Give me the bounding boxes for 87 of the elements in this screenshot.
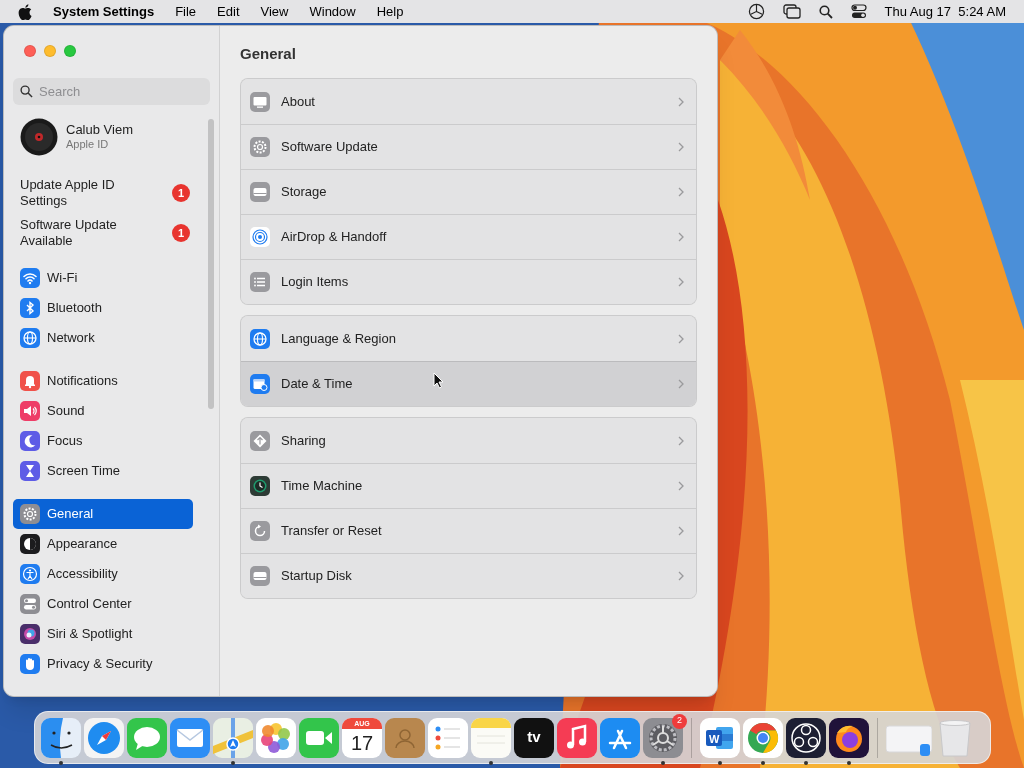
clock-icon [250,476,270,496]
sidebar-item[interactable]: Appearance [13,529,193,559]
airdrop-icon [250,227,270,247]
finder-icon [41,717,81,758]
chevron-icon [678,187,684,197]
menu-item[interactable]: Edit [217,1,240,22]
account-subtitle: Apple ID [66,137,110,152]
tv-icon [514,717,554,758]
dock-app[interactable]: tv [514,717,554,758]
chevron-icon [678,96,684,107]
dock-app[interactable] [41,717,81,758]
chevron-icon [678,571,684,581]
menu-item[interactable]: Window [309,1,356,22]
notepad-icon [471,717,511,758]
chevron-icon [678,481,684,491]
sidebar-item[interactable]: Bluetooth [13,293,193,323]
windows-icon[interactable] [782,4,801,19]
sidebar-item[interactable]: Sound [13,396,193,426]
apple-logo-icon[interactable] [18,3,32,20]
drive-icon [250,182,270,202]
dock-app[interactable]: W [700,717,740,758]
map-icon [213,717,253,758]
app-store-icon [600,717,640,758]
zoom-button[interactable] [64,45,76,57]
app-label: W [709,731,720,747]
drive-icon [250,566,270,586]
menu-item[interactable]: Help [376,1,404,22]
address-book-icon [385,717,425,758]
dock-app[interactable]: 2 [643,717,683,758]
search-field[interactable]: Search [13,78,210,105]
envelope-icon [170,717,210,758]
menu-item[interactable]: View [260,1,289,22]
app-label: tv [527,727,541,748]
sidebar-item[interactable]: Privacy & Security [13,649,193,679]
sidebar-item[interactable]: Focus [13,426,193,456]
firefox-icon [829,717,869,758]
chevron-icon [678,277,684,287]
chevron-icon [678,142,684,152]
sidebar-item[interactable]: Screen Time [13,456,193,486]
search-icon[interactable] [818,4,833,19]
sidebar-item[interactable]: Wi-Fi [13,263,193,293]
menu-item[interactable]: File [175,1,197,22]
alert-item[interactable]: Software Update Available [20,217,145,249]
window-title: General [239,44,297,64]
control-center-icon[interactable] [850,4,867,19]
sidebar-item[interactable]: Control Center [13,589,193,619]
close-button[interactable] [24,45,36,57]
dock-app[interactable] [829,717,869,758]
calendar-day: 17 [350,730,374,755]
alert-item[interactable]: Update Apple ID Settings [20,177,145,209]
settings-row[interactable]: Date & Time [241,361,696,406]
chat-bubble-icon [127,717,167,758]
document-icon [700,717,740,758]
chevron-icon [678,526,684,536]
sidebar-item[interactable]: Siri & Spotlight [13,619,193,649]
settings-row[interactable]: Startup Disk [241,553,696,598]
video-camera-icon [299,717,339,758]
checklist-icon [428,717,468,758]
menu-bar-clock[interactable]: Thu Aug 17 5:24 AM [884,1,1006,22]
sidebar-item[interactable]: General [13,499,193,529]
search-icon [20,85,33,98]
calendar-icon [342,717,382,758]
pointer-icon [433,372,444,389]
list-icon [250,272,270,292]
music-note-icon [557,717,597,758]
display-icon [250,91,270,112]
calendar-clock-icon [250,374,270,394]
chevron-icon [678,435,684,446]
sidebar-item[interactable]: Notifications [13,366,193,396]
chevron-icon [678,232,684,242]
avatar[interactable] [20,118,58,156]
gear-icon [643,717,683,758]
compass-icon [84,717,124,758]
app-name-menu[interactable]: System Settings [53,1,155,22]
chrome-icon [743,717,783,758]
notification-badge: 1 [172,184,190,202]
sidebar-item[interactable]: Accessibility [13,559,193,589]
notification-badge: 1 [172,224,190,242]
settings-row[interactable]: Login Items [241,259,696,304]
account-name[interactable]: Calub Viem [66,122,133,137]
gear-icon [250,137,270,157]
chevron-icon [678,333,684,344]
notification-badge: 2 [672,713,687,729]
flower-icon [256,717,296,758]
sidebar-item[interactable]: Network [13,323,193,353]
globe-icon [250,328,270,349]
chevron-icon [678,379,684,389]
